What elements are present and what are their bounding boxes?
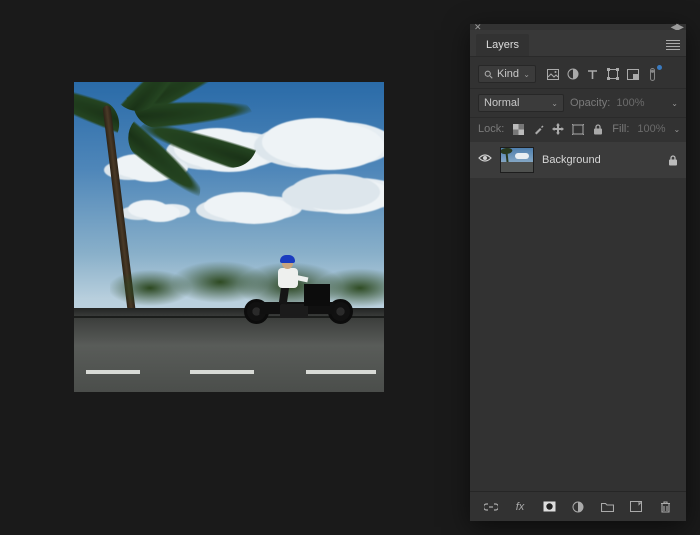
visibility-icon[interactable] bbox=[478, 153, 492, 167]
panel-footer: fx bbox=[470, 491, 686, 521]
layer-list: Background bbox=[470, 140, 686, 491]
new-layer-icon[interactable] bbox=[629, 500, 643, 514]
mask-icon[interactable] bbox=[542, 500, 556, 514]
lock-artboard-icon[interactable] bbox=[572, 123, 584, 135]
trash-icon[interactable] bbox=[658, 500, 672, 514]
document-canvas[interactable] bbox=[74, 82, 384, 392]
chevron-down-icon[interactable]: ⌄ bbox=[674, 125, 681, 134]
layers-panel: ✕ ◀▶ Layers Kind ⌄ Normal ⌄ Opacity: 100 bbox=[470, 24, 686, 521]
opacity-value[interactable]: 100% bbox=[616, 97, 644, 109]
lock-move-icon[interactable] bbox=[552, 123, 564, 135]
adjustment-icon[interactable] bbox=[571, 500, 585, 514]
lock-all-icon[interactable] bbox=[592, 123, 604, 135]
tab-label: Layers bbox=[486, 39, 519, 51]
filter-type-icons bbox=[546, 68, 659, 81]
filter-toggle-icon[interactable] bbox=[646, 68, 659, 81]
lock-brush-icon[interactable] bbox=[532, 123, 544, 135]
fx-icon[interactable]: fx bbox=[513, 500, 527, 514]
fill-value[interactable]: 100% bbox=[637, 123, 665, 135]
filter-kind-label: Kind bbox=[497, 68, 519, 80]
opacity-label: Opacity: bbox=[570, 97, 610, 109]
layer-name[interactable]: Background bbox=[542, 154, 601, 166]
blend-mode-value: Normal bbox=[484, 97, 519, 109]
filter-kind-select[interactable]: Kind ⌄ bbox=[478, 65, 536, 83]
layer-row[interactable]: Background bbox=[470, 142, 686, 178]
panel-menu-icon[interactable] bbox=[666, 40, 680, 50]
blend-mode-select[interactable]: Normal ⌄ bbox=[478, 94, 564, 112]
chevron-down-icon: ⌄ bbox=[523, 70, 530, 79]
link-icon[interactable] bbox=[484, 500, 498, 514]
fill-label: Fill: bbox=[612, 123, 629, 135]
smartobject-filter-icon[interactable] bbox=[626, 68, 639, 81]
shape-filter-icon[interactable] bbox=[606, 68, 619, 81]
layer-thumbnail[interactable] bbox=[500, 147, 534, 173]
lock-label: Lock: bbox=[478, 123, 504, 135]
lock-icon[interactable] bbox=[668, 155, 678, 166]
group-icon[interactable] bbox=[600, 500, 614, 514]
adjustment-filter-icon[interactable] bbox=[566, 68, 579, 81]
chevron-down-icon[interactable]: ⌄ bbox=[671, 99, 678, 108]
chevron-down-icon: ⌄ bbox=[551, 99, 558, 108]
tab-layers[interactable]: Layers bbox=[476, 34, 529, 56]
lock-transparency-icon[interactable] bbox=[512, 123, 524, 135]
type-filter-icon[interactable] bbox=[586, 68, 599, 81]
search-icon bbox=[484, 70, 493, 79]
image-filter-icon[interactable] bbox=[546, 68, 559, 81]
